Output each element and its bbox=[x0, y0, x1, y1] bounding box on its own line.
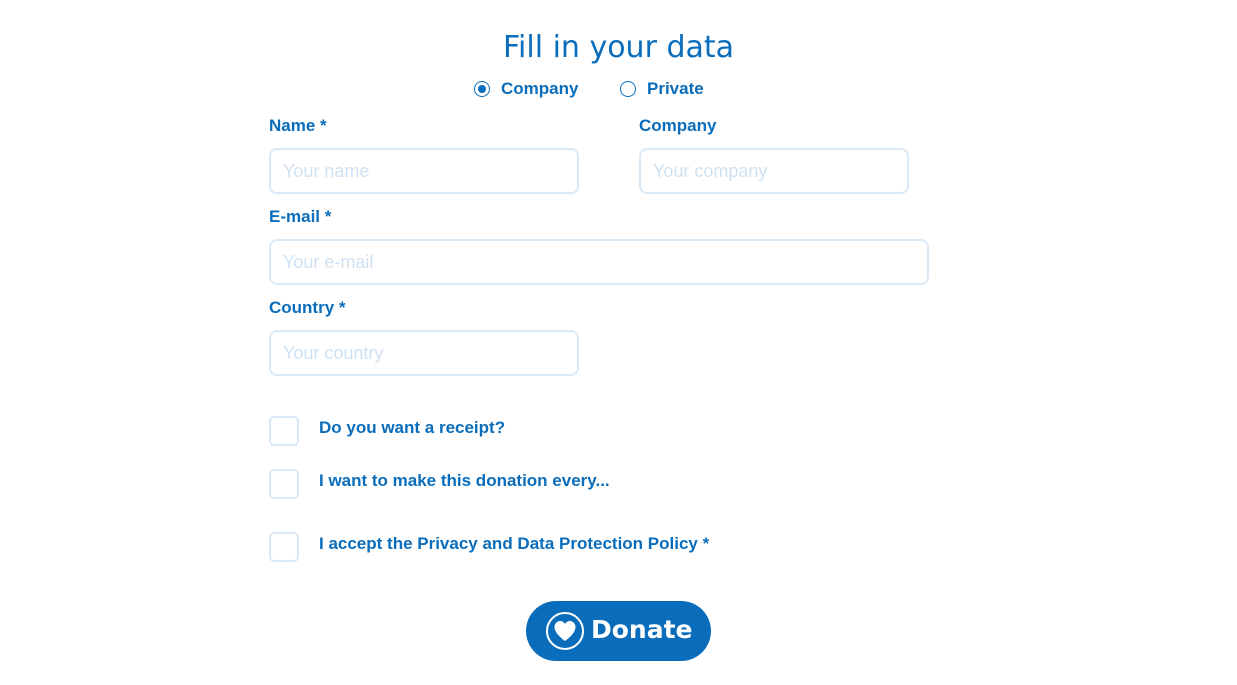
recurring-donation-checkbox[interactable] bbox=[269, 469, 299, 499]
radio-option-private[interactable]: Private bbox=[620, 79, 704, 99]
company-radio-label[interactable]: Company bbox=[501, 79, 578, 99]
donate-button-label[interactable]: Donate bbox=[591, 615, 693, 644]
company-radio-button[interactable] bbox=[474, 81, 490, 97]
receipt-option[interactable]: Do you want a receipt? bbox=[269, 416, 505, 446]
privacy-policy-label[interactable]: I accept the Privacy and Data Protection… bbox=[319, 534, 709, 554]
email-input[interactable] bbox=[269, 239, 929, 285]
radio-option-company[interactable]: Company bbox=[474, 79, 578, 99]
form-title: Fill in your data bbox=[502, 30, 735, 65]
donate-button[interactable]: Donate bbox=[526, 601, 711, 661]
private-radio-label[interactable]: Private bbox=[647, 79, 704, 99]
country-label: Country * bbox=[269, 298, 346, 317]
recurring-donation-label[interactable]: I want to make this donation every... bbox=[319, 471, 610, 491]
name-label: Name * bbox=[269, 116, 327, 135]
name-input[interactable] bbox=[269, 148, 579, 194]
donation-form: Fill in your data Company Private Name *… bbox=[0, 0, 1237, 685]
privacy-policy-checkbox[interactable] bbox=[269, 532, 299, 562]
donor-type-radio-group: Company Private bbox=[0, 79, 1237, 101]
recurring-donation-option[interactable]: I want to make this donation every... bbox=[269, 469, 610, 499]
company-label: Company bbox=[639, 116, 717, 135]
receipt-checkbox[interactable] bbox=[269, 416, 299, 446]
receipt-label[interactable]: Do you want a receipt? bbox=[319, 418, 505, 438]
email-label: E-mail * bbox=[269, 207, 332, 226]
privacy-policy-option[interactable]: I accept the Privacy and Data Protection… bbox=[269, 532, 709, 562]
company-input[interactable] bbox=[639, 148, 909, 194]
heart-icon bbox=[546, 612, 584, 650]
country-input[interactable] bbox=[269, 330, 579, 376]
private-radio-button[interactable] bbox=[620, 81, 636, 97]
